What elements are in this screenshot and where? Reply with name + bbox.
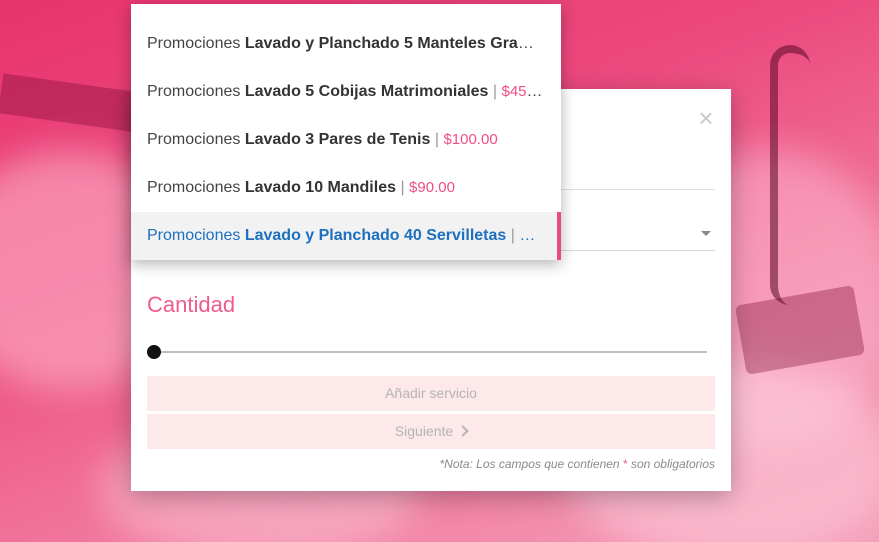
note-prefix: *Nota: Los campos que contienen <box>439 457 623 471</box>
option-sep: | <box>430 131 444 148</box>
hanger-hook <box>770 45 810 305</box>
next-button[interactable]: Siguiente <box>147 414 715 449</box>
option-prefix: Promociones <box>147 83 245 100</box>
option-price: $100.00 <box>443 131 498 148</box>
option-name: Lavado 3 Pares de Tenis <box>244 131 431 148</box>
option-price: $450.00 <box>501 83 556 100</box>
note-suffix: son obligatorios <box>627 457 715 471</box>
dropdown-option[interactable]: Promociones Lavado 3 Pares de Tenis | $1… <box>131 116 561 164</box>
required-note: *Nota: Los campos que contienen * son ob… <box>439 457 715 471</box>
quantity-slider-track[interactable] <box>155 351 707 353</box>
option-prefix: Promociones <box>147 179 245 196</box>
option-prefix: Promociones <box>147 227 245 244</box>
dropdown-option[interactable]: Promociones Lavado y Planchado 5 Mantele… <box>131 20 561 68</box>
dropdown-option-selected[interactable]: Promociones Lavado y Planchado 40 Servil… <box>131 212 561 260</box>
option-sep: | <box>506 227 520 244</box>
chevron-right-icon <box>457 425 469 437</box>
option-sep: | <box>396 179 410 196</box>
add-service-label: Añadir servicio <box>385 385 477 401</box>
option-name: Lavado y Planchado 5 Manteles Grandes <box>244 35 556 52</box>
add-service-button[interactable]: Añadir servicio <box>147 376 715 411</box>
option-name: Lavado y Planchado 40 Servilletas <box>244 227 507 244</box>
option-name: Lavado 5 Cobijas Matrimoniales <box>244 83 489 100</box>
quantity-slider-thumb[interactable] <box>147 345 161 359</box>
option-sep: | <box>488 83 502 100</box>
caret-down-icon <box>701 231 711 236</box>
dropdown-option[interactable]: Promociones Lavado 5 Cobijas Matrimonial… <box>131 68 561 116</box>
option-name: Lavado 10 Mandiles <box>244 179 396 196</box>
dropdown-option[interactable]: Promociones Lavado 10 Mandiles | $90.00 <box>131 164 561 212</box>
option-price: $90.00 <box>409 179 455 196</box>
close-icon[interactable]: × <box>695 105 717 131</box>
option-prefix: Promociones <box>147 35 245 52</box>
service-dropdown-menu: Promociones Lavado y Planchado 5 Mantele… <box>131 4 561 260</box>
cantidad-label: Cantidad <box>147 292 236 317</box>
next-label: Siguiente <box>394 423 454 439</box>
option-prefix: Promociones <box>147 131 245 148</box>
